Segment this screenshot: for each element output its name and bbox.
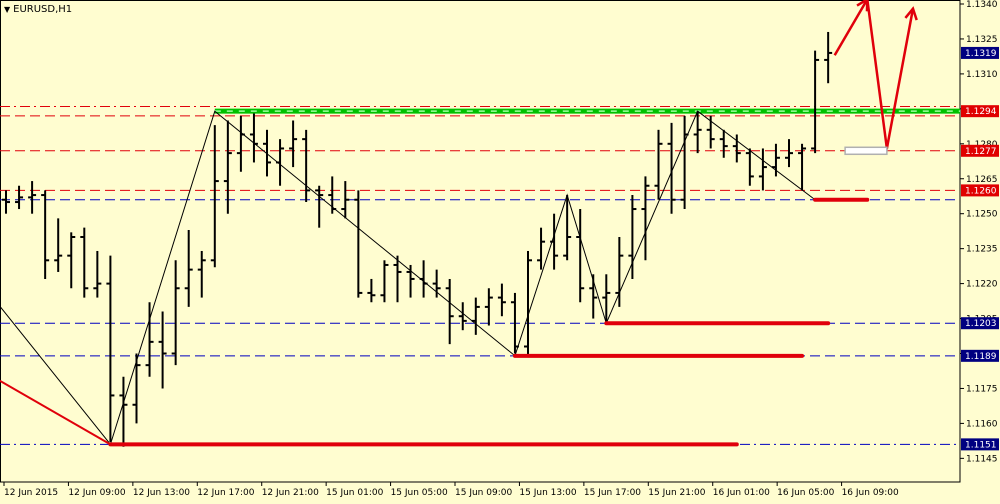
y-tick-label-7: 1.1235 (966, 245, 998, 255)
gray-marker (844, 146, 888, 156)
x-tick-label-6: 15 Jun 05:00 (391, 488, 448, 498)
y-tick-label-11: 1.1175 (966, 384, 998, 394)
x-tick-label-0: 12 Jun 2015 (4, 488, 58, 498)
x-tick-label-13: 16 Jun 09:00 (842, 488, 899, 498)
y-tick-label-1: 1.1325 (966, 35, 998, 45)
triangle-down-icon[interactable]: ▼ (4, 5, 10, 14)
y-tick-label-12: 1.1160 (966, 419, 998, 429)
price-label-6: 1.1151 (965, 440, 997, 450)
x-tick-label-9: 15 Jun 17:00 (584, 488, 641, 498)
x-tick-label-3: 12 Jun 17:00 (197, 488, 254, 498)
x-tick-label-8: 15 Jun 13:00 (519, 488, 576, 498)
price-label-1: 1.1294 (965, 107, 997, 117)
symbol-label[interactable]: ▼ EURUSD,H1 (4, 4, 72, 15)
y-tick-label-2: 1.1310 (966, 70, 998, 80)
x-tick-label-7: 15 Jun 09:00 (455, 488, 512, 498)
chart-svg: 1.13401.13251.13101.12951.12801.12651.12… (0, 0, 999, 498)
forecast-path (833, 0, 915, 150)
y-tick-label-13: 1.1145 (966, 454, 998, 464)
price-label-2: 1.1277 (965, 147, 997, 157)
symbol-text: EURUSD,H1 (13, 4, 73, 15)
red-trend-line (0, 379, 111, 446)
price-label-5: 1.1189 (965, 352, 997, 362)
x-tick-label-1: 12 Jun 09:00 (68, 488, 125, 498)
x-tick-label-2: 12 Jun 13:00 (133, 488, 190, 498)
price-label-3: 1.1260 (965, 186, 997, 196)
y-tick-label-8: 1.1220 (966, 280, 998, 290)
x-tick-label-5: 15 Jun 01:00 (326, 488, 383, 498)
chart-area[interactable]: ▼ EURUSD,H1 1.13401.13251.13101.12951.12… (0, 0, 1000, 500)
price-label-4: 1.1203 (965, 319, 997, 329)
x-tick-label-10: 15 Jun 21:00 (648, 488, 705, 498)
price-label-0: 1.1319 (965, 49, 997, 59)
y-tick-label-0: 1.1340 (966, 0, 998, 10)
x-tick-label-12: 16 Jun 05:00 (777, 488, 834, 498)
y-tick-label-5: 1.1265 (966, 175, 998, 185)
y-tick-label-6: 1.1250 (966, 210, 998, 220)
zigzag-line (0, 110, 816, 446)
x-tick-label-11: 16 Jun 01:00 (713, 488, 770, 498)
x-tick-label-4: 12 Jun 21:00 (262, 488, 319, 498)
